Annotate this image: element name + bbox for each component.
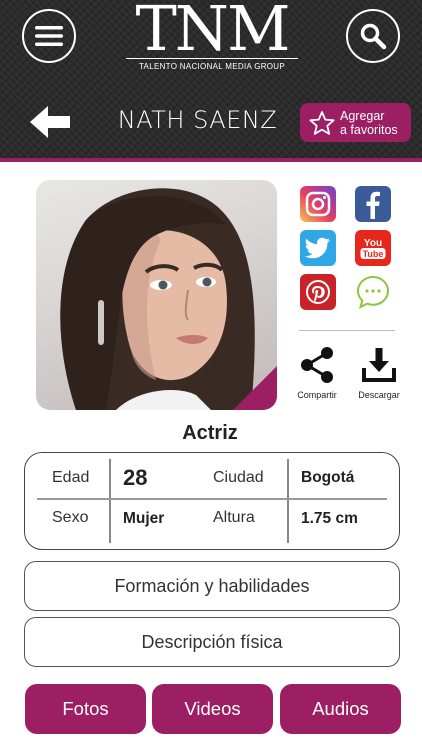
- svg-text:Tube: Tube: [363, 249, 384, 259]
- favorites-label-line1: Agregar: [340, 108, 385, 123]
- facebook-icon: [366, 191, 380, 219]
- actions-divider: [299, 330, 395, 331]
- height-label: Altura: [213, 509, 255, 526]
- info-divider: [287, 459, 289, 543]
- add-to-favorites-button[interactable]: Agregar a favoritos: [300, 103, 411, 142]
- profile-photo[interactable]: [36, 180, 277, 410]
- physical-description-button[interactable]: Descripción física: [24, 617, 400, 667]
- download-button[interactable]: Descargar: [349, 346, 409, 400]
- info-divider: [37, 498, 387, 500]
- facebook-button[interactable]: [355, 186, 391, 222]
- brand-logo: TNM TALENTO NACIONAL MEDIA GROUP: [122, 0, 302, 76]
- profile-name: NATH SAENZ: [117, 106, 278, 134]
- tab-audios[interactable]: Audios: [280, 684, 401, 734]
- youtube-icon: You Tube: [360, 238, 386, 259]
- pinterest-button[interactable]: [300, 274, 336, 310]
- city-value: Bogotá: [301, 469, 355, 486]
- pinterest-icon: [306, 280, 330, 304]
- sex-value: Mujer: [123, 510, 165, 527]
- sex-label: Sexo: [52, 509, 89, 526]
- height-value: 1.75 cm: [301, 510, 358, 527]
- search-icon: [360, 23, 387, 50]
- download-icon: [362, 348, 396, 382]
- tab-photos[interactable]: Fotos: [25, 684, 146, 734]
- download-label: Descargar: [358, 390, 400, 400]
- share-icon: [301, 347, 333, 383]
- back-arrow-icon[interactable]: [28, 104, 72, 140]
- svg-text:You: You: [364, 238, 382, 249]
- instagram-icon: [305, 191, 331, 217]
- share-button[interactable]: Compartir: [287, 346, 347, 400]
- skills-section-button[interactable]: Formación y habilidades: [24, 561, 400, 611]
- age-value: 28: [123, 465, 148, 490]
- twitter-icon: [305, 237, 330, 259]
- instagram-button[interactable]: [300, 186, 336, 222]
- message-button[interactable]: [355, 274, 391, 310]
- search-button[interactable]: [346, 9, 400, 63]
- twitter-button[interactable]: [300, 230, 336, 266]
- logo-mark: TNM: [135, 0, 290, 65]
- youtube-button[interactable]: You Tube: [355, 230, 391, 266]
- photo-corner-accent: [233, 366, 277, 410]
- info-divider: [109, 459, 111, 543]
- city-label: Ciudad: [213, 469, 264, 486]
- tab-videos[interactable]: Videos: [152, 684, 273, 734]
- app-header: TNM TALENTO NACIONAL MEDIA GROUP NATH SA…: [0, 0, 422, 162]
- star-icon: [309, 110, 335, 135]
- menu-button[interactable]: [22, 9, 76, 63]
- favorites-label: Agregar a favoritos: [340, 109, 398, 137]
- favorites-label-line2: a favoritos: [340, 122, 398, 137]
- profile-info-table: Edad 28 Ciudad Bogotá Sexo Mujer Altura …: [24, 452, 400, 550]
- hamburger-icon: [35, 26, 63, 46]
- age-label: Edad: [52, 469, 90, 486]
- message-icon: [356, 275, 390, 309]
- profile-role: Actriz: [182, 422, 238, 444]
- share-label: Compartir: [297, 390, 337, 400]
